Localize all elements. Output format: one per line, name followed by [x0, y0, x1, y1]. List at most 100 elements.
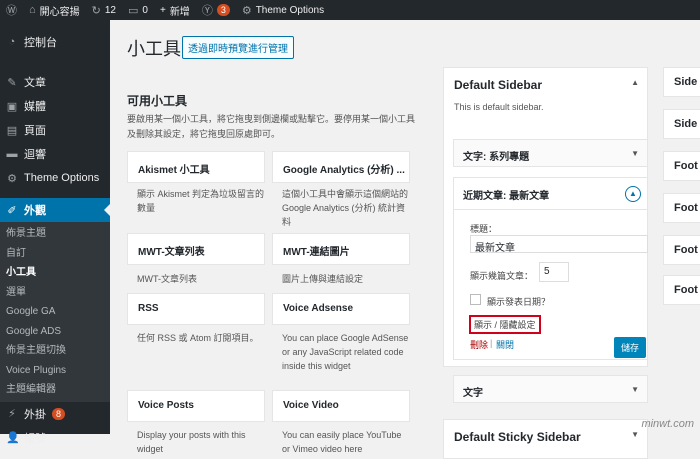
submenu-theme-switch[interactable]: 佈景主題切換	[0, 341, 110, 361]
menu-comments[interactable]: ▬ 迴響	[0, 142, 110, 166]
widget-desc: 這個小工具中會顯示這個網站的 Google Analytics (分析) 統計資…	[282, 189, 409, 227]
plus-icon: +	[159, 4, 166, 16]
wp-logo[interactable]: Ⓦ	[0, 0, 23, 20]
delete-link[interactable]: 刪除	[470, 338, 488, 351]
site-name-label: 開心容揚	[39, 6, 80, 18]
link-separator: |	[490, 338, 493, 348]
sidebar-card[interactable]: Side	[663, 109, 700, 139]
widget-desc: 任何 RSS 或 Atom 訂閱項目。	[137, 333, 259, 343]
submenu-widgets[interactable]: 小工具	[0, 263, 110, 283]
yoast-icon: Ⓨ	[201, 5, 213, 17]
submenu-theme-editor[interactable]: 主題編輯器	[0, 380, 110, 400]
media-icon: ▣	[6, 100, 18, 113]
toggle-settings-button[interactable]: 顯示 / 隱藏設定	[469, 315, 541, 334]
new-content-link[interactable]: + 新增	[154, 0, 196, 20]
caret-down-icon[interactable]: ▼	[631, 430, 639, 439]
comment-icon: ▭	[128, 4, 139, 17]
plug-icon: ⚡	[8, 408, 16, 420]
show-date-checkbox[interactable]	[470, 294, 481, 305]
menu-media[interactable]: ▣ 媒體	[0, 94, 110, 118]
page-icon: ▤	[6, 124, 18, 137]
widget-rss[interactable]: RSS	[127, 293, 265, 325]
caret-down-icon[interactable]: ▼	[631, 149, 639, 158]
sticky-sidebar-title[interactable]: Default Sticky Sidebar	[444, 420, 647, 454]
available-widgets-desc: 要啟用某一個小工具，將它拖曳到側邊欄或點擊它。要停用某一個小工具及刪除其設定，將…	[127, 114, 416, 139]
pin-icon: ✎	[7, 76, 17, 89]
widget-desc: 圖片上傳與連結設定	[282, 274, 364, 284]
submenu-google-ga[interactable]: Google GA	[0, 302, 110, 322]
widget-voice-video[interactable]: Voice Video	[272, 390, 410, 422]
yoast-badge: 3	[216, 4, 230, 16]
widget-voice-posts[interactable]: Voice Posts	[127, 390, 265, 422]
menu-plugins[interactable]: ⚡ 外掛 8	[0, 402, 110, 426]
sidebar-card[interactable]: Foot	[663, 151, 700, 181]
updates-link[interactable]: ↻ 12	[86, 0, 122, 20]
menu-dashboard[interactable]: ◔ 控制台	[0, 30, 110, 54]
default-sidebar-desc: This is default sidebar.	[454, 102, 544, 112]
widget-mwt-posts[interactable]: MWT-文章列表	[127, 233, 265, 265]
menu-pages[interactable]: ▤ 頁面	[0, 118, 110, 142]
menu-theme-options[interactable]: ⚙ Theme Options	[0, 166, 110, 190]
home-icon: ⌂	[29, 4, 36, 16]
caret-up-icon[interactable]: ▲	[625, 186, 641, 202]
admin-sidebar: ◔ 控制台 ✎ 文章 ▣ 媒體 ▤ 頁面 ▬ 迴響 ⚙ Theme Options ✐ 外觀 …	[0, 20, 110, 445]
updates-count: 12	[104, 4, 116, 16]
widget-item-label: 文字	[463, 388, 483, 399]
gear-icon: ⚙	[7, 172, 17, 185]
menu-label: 頁面	[24, 125, 46, 137]
close-link[interactable]: 關閉	[496, 338, 514, 351]
sidebar-card[interactable]: Foot	[663, 235, 700, 265]
menu-posts[interactable]: ✎ 文章	[0, 70, 110, 94]
new-label: 新增	[169, 6, 190, 18]
comment-icon: ▬	[6, 148, 18, 160]
refresh-icon: ↻	[91, 4, 101, 17]
caret-up-icon[interactable]: ▲	[631, 78, 639, 87]
widget-item-recent-posts: 近期文章: 最新文章 ▲ 標題： 最新文章 顯示幾篇文章： 5 顯示發表日期？ …	[453, 177, 648, 360]
menu-label: 外觀	[24, 205, 46, 217]
submenu-google-ads[interactable]: Google ADS	[0, 322, 110, 342]
live-preview-button[interactable]: 透過即時預覽進行管理	[182, 36, 294, 59]
yoast-link[interactable]: Ⓨ 3	[196, 0, 236, 20]
title-input[interactable]: 最新文章	[470, 235, 648, 254]
post-count-label: 顯示幾篇文章：	[470, 271, 534, 281]
sidebar-card[interactable]: Foot	[663, 275, 700, 305]
widget-voice-adsense[interactable]: Voice Adsense	[272, 293, 410, 325]
page-title: 小工具	[127, 39, 181, 59]
sticky-sidebar-panel: Default Sticky Sidebar ▼	[443, 419, 648, 459]
show-date-label: 顯示發表日期？	[487, 297, 551, 307]
wordpress-icon: Ⓦ	[6, 5, 17, 17]
gear-icon: ⚙	[241, 4, 252, 17]
submenu-themes[interactable]: 佈景主題	[0, 224, 110, 244]
comments-count: 0	[142, 4, 148, 16]
menu-label: 文章	[24, 77, 46, 89]
widget-akismet[interactable]: Akismet 小工具	[127, 151, 265, 183]
sidebar-card[interactable]: Side	[663, 67, 700, 97]
widget-item-label: 文字: 系列專題	[463, 152, 530, 163]
submenu-voice-plugins[interactable]: Voice Plugins	[0, 361, 110, 381]
brush-icon: ✐	[7, 204, 17, 217]
comments-link[interactable]: ▭ 0	[122, 0, 154, 20]
submenu-customize[interactable]: 自訂	[0, 244, 110, 264]
submenu-menus[interactable]: 選單	[0, 283, 110, 303]
sidebar-card[interactable]: Foot	[663, 193, 700, 223]
widget-item-label[interactable]: 近期文章: 最新文章	[454, 178, 647, 211]
default-sidebar-title[interactable]: Default Sidebar	[444, 68, 647, 102]
widget-mwt-image[interactable]: MWT-連結圖片	[272, 233, 410, 265]
caret-down-icon[interactable]: ▼	[631, 385, 639, 394]
site-name[interactable]: ⌂ 開心容揚	[23, 0, 86, 20]
post-count-input[interactable]: 5	[539, 262, 569, 282]
admin-bar: Ⓦ ⌂ 開心容揚 ↻ 12 ▭ 0 + 新增 Ⓨ 3 ⚙ Theme Options	[0, 0, 700, 20]
menu-label: Theme Options	[24, 172, 100, 184]
dashboard-icon: ◔	[8, 36, 16, 48]
widget-item-text[interactable]: 文字 ▼	[453, 375, 648, 403]
available-widgets-title: 可用小工具	[127, 94, 188, 108]
watermark: minwt.com	[641, 418, 694, 430]
menu-users[interactable]: 👤 帳號	[0, 426, 110, 450]
theme-options-link[interactable]: ⚙ Theme Options	[236, 0, 330, 20]
save-button[interactable]: 儲存	[614, 337, 647, 358]
menu-label: 媒體	[24, 101, 46, 113]
widget-google-analytics[interactable]: Google Analytics (分析) ...	[272, 151, 410, 183]
widget-desc: Display your posts with this widget	[137, 430, 246, 454]
menu-appearance[interactable]: ✐ 外觀	[0, 198, 110, 222]
widget-item-text-series[interactable]: 文字: 系列專題 ▼	[453, 139, 648, 167]
